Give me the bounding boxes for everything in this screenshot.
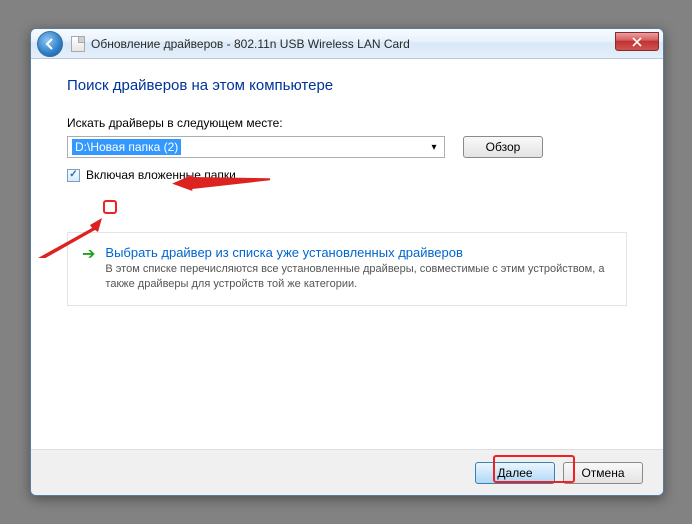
next-button[interactable]: Далее xyxy=(475,462,555,484)
cancel-button[interactable]: Отмена xyxy=(563,462,643,484)
back-arrow-icon xyxy=(43,37,57,51)
path-combobox[interactable]: D:\Новая папка (2) ▾ xyxy=(67,136,445,158)
arrow-right-icon: ➔ xyxy=(82,247,95,293)
search-location-label: Искать драйверы в следующем месте: xyxy=(67,116,627,130)
window-title: Обновление драйверов - 802.11n USB Wirel… xyxy=(91,37,410,51)
close-icon xyxy=(632,37,642,47)
close-button[interactable] xyxy=(615,32,659,51)
driver-update-wizard-window: Обновление драйверов - 802.11n USB Wirel… xyxy=(30,28,664,496)
footer: Далее Отмена xyxy=(31,449,663,495)
pick-from-list-description: В этом списке перечисляются все установл… xyxy=(105,262,612,293)
content-area: Поиск драйверов на этом компьютере Искат… xyxy=(31,59,663,306)
include-subfolders-label: Включая вложенные папки xyxy=(86,168,236,182)
browse-button[interactable]: Обзор xyxy=(463,136,543,158)
pick-from-list-panel[interactable]: ➔ Выбрать драйвер из списка уже установл… xyxy=(67,232,627,306)
include-subfolders-checkbox[interactable]: ✓ xyxy=(67,169,80,182)
file-icon xyxy=(71,36,85,52)
page-heading: Поиск драйверов на этом компьютере xyxy=(67,77,627,94)
path-value: D:\Новая папка (2) xyxy=(72,139,181,155)
back-button[interactable] xyxy=(37,31,63,57)
titlebar: Обновление драйверов - 802.11n USB Wirel… xyxy=(31,29,663,59)
chevron-down-icon[interactable]: ▾ xyxy=(426,142,442,153)
pick-from-list-title: Выбрать драйвер из списка уже установлен… xyxy=(105,245,612,260)
